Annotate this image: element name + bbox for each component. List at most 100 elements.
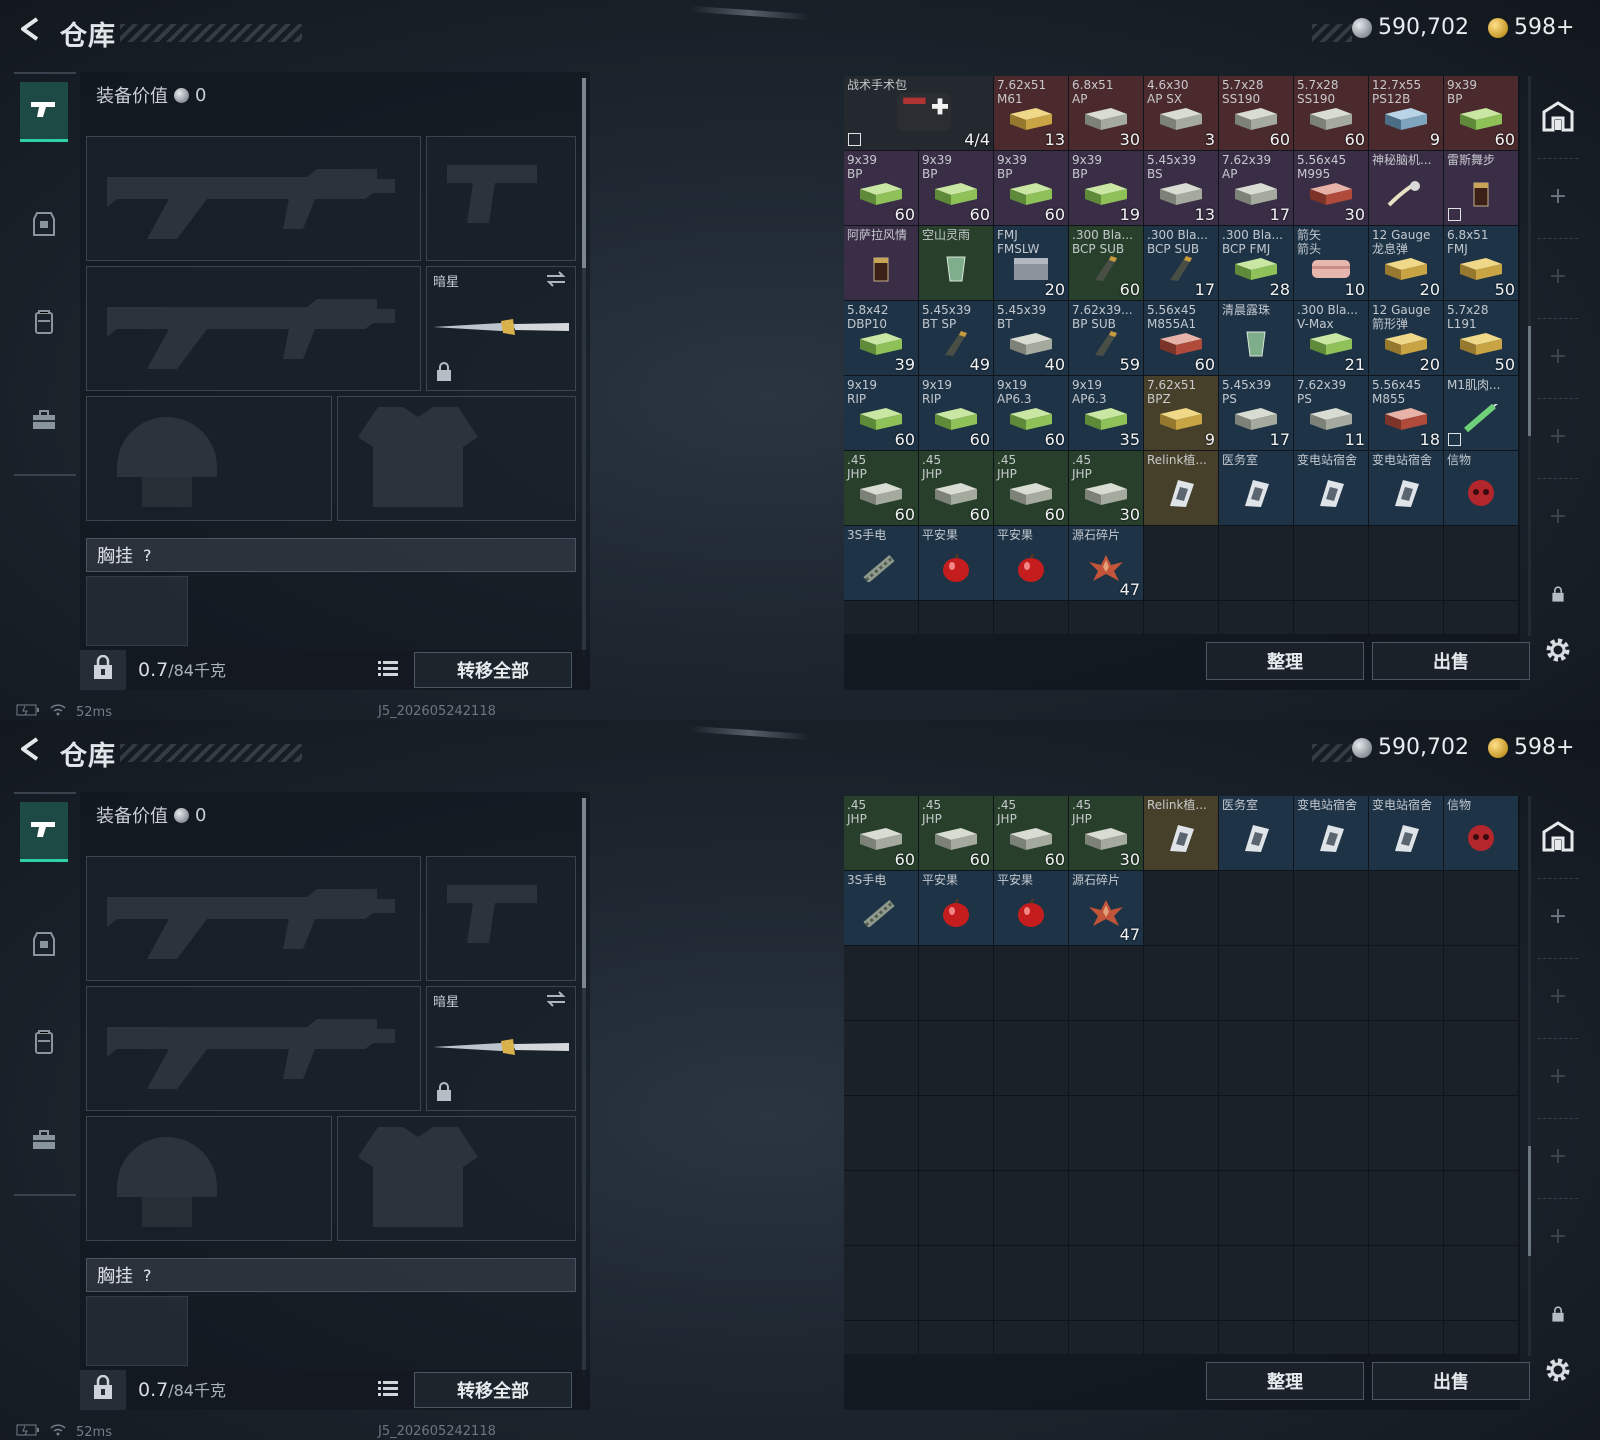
empty-stash-cell[interactable] <box>1219 1321 1294 1354</box>
empty-stash-cell[interactable] <box>1144 1021 1219 1096</box>
empty-stash-cell[interactable] <box>844 1171 919 1246</box>
tab-backpack[interactable] <box>20 294 68 354</box>
stash-item[interactable]: 3S手电 <box>844 526 919 601</box>
stash-item[interactable]: 清晨露珠 <box>1219 301 1294 376</box>
empty-stash-cell[interactable] <box>1369 1021 1444 1096</box>
stash-item[interactable]: 6.8x51 AP 30 <box>1069 76 1144 151</box>
stash-item[interactable]: .45 JHP 30 <box>1069 796 1144 871</box>
empty-stash-cell[interactable] <box>919 1321 994 1354</box>
empty-stash-cell[interactable] <box>844 946 919 1021</box>
empty-stash-cell[interactable] <box>1444 1021 1519 1096</box>
empty-stash-cell[interactable] <box>844 1246 919 1321</box>
empty-stash-cell[interactable] <box>919 946 994 1021</box>
secondary-weapon-slot[interactable] <box>86 986 421 1111</box>
add-stash-page-button[interactable]: + <box>1538 896 1578 936</box>
empty-stash-cell[interactable] <box>1369 526 1444 601</box>
stash-item[interactable]: 平安果 <box>919 871 994 946</box>
primary-weapon-slot[interactable] <box>86 136 421 261</box>
empty-stash-cell[interactable] <box>1069 946 1144 1021</box>
stash-item[interactable]: 12 Gauge 箭形弹 20 <box>1369 301 1444 376</box>
stash-item[interactable]: 9x39 BP 60 <box>1444 76 1519 151</box>
stash-item[interactable]: 信物 <box>1444 451 1519 526</box>
armor-slot[interactable] <box>337 1116 576 1241</box>
settings-button[interactable] <box>1538 632 1578 672</box>
empty-stash-cell[interactable] <box>1294 1246 1369 1321</box>
stash-item[interactable]: M1肌肉... <box>1444 376 1519 451</box>
stash-item[interactable]: 5.8x42 DBP10 39 <box>844 301 919 376</box>
empty-stash-cell[interactable] <box>1144 1171 1219 1246</box>
empty-stash-cell[interactable] <box>1069 1321 1144 1354</box>
stash-item[interactable]: 4.6x30 AP SX 3 <box>1144 76 1219 151</box>
stash-item[interactable]: 7.62x51 BPZ 9 <box>1144 376 1219 451</box>
stash-item[interactable]: 3S手电 <box>844 871 919 946</box>
empty-stash-cell[interactable] <box>1144 871 1219 946</box>
empty-stash-cell[interactable] <box>919 1021 994 1096</box>
sort-button[interactable]: 整理 <box>1206 1362 1364 1400</box>
stash-item[interactable]: 神秘脑机... <box>1369 151 1444 226</box>
empty-stash-cell[interactable] <box>844 601 919 634</box>
stash-item[interactable]: 平安果 <box>994 871 1069 946</box>
empty-stash-cell[interactable] <box>1294 946 1369 1021</box>
stash-item[interactable]: 信物 <box>1444 796 1519 871</box>
empty-stash-cell[interactable] <box>1444 1171 1519 1246</box>
stash-scrollbar[interactable] <box>1528 796 1531 1356</box>
empty-stash-cell[interactable] <box>844 1021 919 1096</box>
helmet-slot[interactable] <box>86 1116 332 1241</box>
stash-item[interactable]: .45 JHP 30 <box>1069 451 1144 526</box>
chest-rig-slot[interactable] <box>86 1296 188 1366</box>
stash-item[interactable]: 变电站宿舍 <box>1294 451 1369 526</box>
back-button[interactable] <box>14 14 48 48</box>
sell-button[interactable]: 出售 <box>1372 642 1530 680</box>
empty-stash-cell[interactable] <box>1069 601 1144 634</box>
empty-stash-cell[interactable] <box>1219 526 1294 601</box>
empty-stash-cell[interactable] <box>1444 946 1519 1021</box>
tab-weapons[interactable] <box>20 82 68 142</box>
stash-item[interactable]: 医务室 <box>1219 796 1294 871</box>
empty-stash-cell[interactable] <box>919 1246 994 1321</box>
chest-rig-header[interactable]: 胸挂? <box>86 1258 576 1292</box>
stash-item[interactable]: .45 JHP 60 <box>844 796 919 871</box>
empty-stash-cell[interactable] <box>1444 1246 1519 1321</box>
stash-item[interactable]: 5.45x39 PS 17 <box>1219 376 1294 451</box>
stash-item[interactable]: 战术手术包 4/4 <box>844 76 994 151</box>
empty-stash-cell[interactable] <box>994 1021 1069 1096</box>
empty-stash-cell[interactable] <box>1369 601 1444 634</box>
stash-item[interactable]: 7.62x39 AP 17 <box>1219 151 1294 226</box>
stash-item[interactable]: 9x19 RIP 60 <box>919 376 994 451</box>
empty-stash-cell[interactable] <box>1069 1246 1144 1321</box>
stash-item[interactable]: 源石碎片 47 <box>1069 526 1144 601</box>
gold-currency[interactable]: 598+ <box>1488 15 1574 40</box>
stash-item[interactable]: .45 JHP 60 <box>844 451 919 526</box>
tab-armor[interactable] <box>20 916 68 976</box>
stash-item[interactable]: 阿萨拉风情 <box>844 226 919 301</box>
empty-stash-cell[interactable] <box>1369 1321 1444 1354</box>
silver-currency[interactable]: 590,702 <box>1352 735 1469 760</box>
add-stash-page-button[interactable]: + <box>1538 256 1578 296</box>
stash-item[interactable]: 9x39 BP 60 <box>844 151 919 226</box>
stash-item[interactable]: 5.7x28 L191 50 <box>1444 301 1519 376</box>
settings-button[interactable] <box>1538 1352 1578 1392</box>
empty-stash-cell[interactable] <box>1219 601 1294 634</box>
add-stash-page-button[interactable]: + <box>1538 1216 1578 1256</box>
empty-stash-cell[interactable] <box>1144 1246 1219 1321</box>
add-stash-page-button[interactable]: + <box>1538 1136 1578 1176</box>
empty-stash-cell[interactable] <box>1444 526 1519 601</box>
transfer-all-button[interactable]: 转移全部 <box>414 652 572 688</box>
stash-item[interactable]: 平安果 <box>919 526 994 601</box>
add-stash-page-button[interactable]: + <box>1538 1056 1578 1096</box>
add-stash-page-button[interactable]: + <box>1538 176 1578 216</box>
pistol-slot[interactable] <box>426 136 576 261</box>
empty-stash-cell[interactable] <box>994 1321 1069 1354</box>
stash-item[interactable]: 平安果 <box>994 526 1069 601</box>
sell-button[interactable]: 出售 <box>1372 1362 1530 1400</box>
empty-stash-cell[interactable] <box>1369 871 1444 946</box>
lock-button[interactable] <box>80 650 126 690</box>
stash-item[interactable]: 变电站宿舍 <box>1369 451 1444 526</box>
stash-item[interactable]: 空山灵雨 <box>919 226 994 301</box>
empty-stash-cell[interactable] <box>1369 946 1444 1021</box>
add-stash-page-button[interactable]: + <box>1538 976 1578 1016</box>
empty-stash-cell[interactable] <box>1369 1246 1444 1321</box>
equipment-scrollbar[interactable] <box>582 78 586 658</box>
help-icon[interactable]: ? <box>143 546 152 565</box>
stash-item[interactable]: 源石碎片 47 <box>1069 871 1144 946</box>
